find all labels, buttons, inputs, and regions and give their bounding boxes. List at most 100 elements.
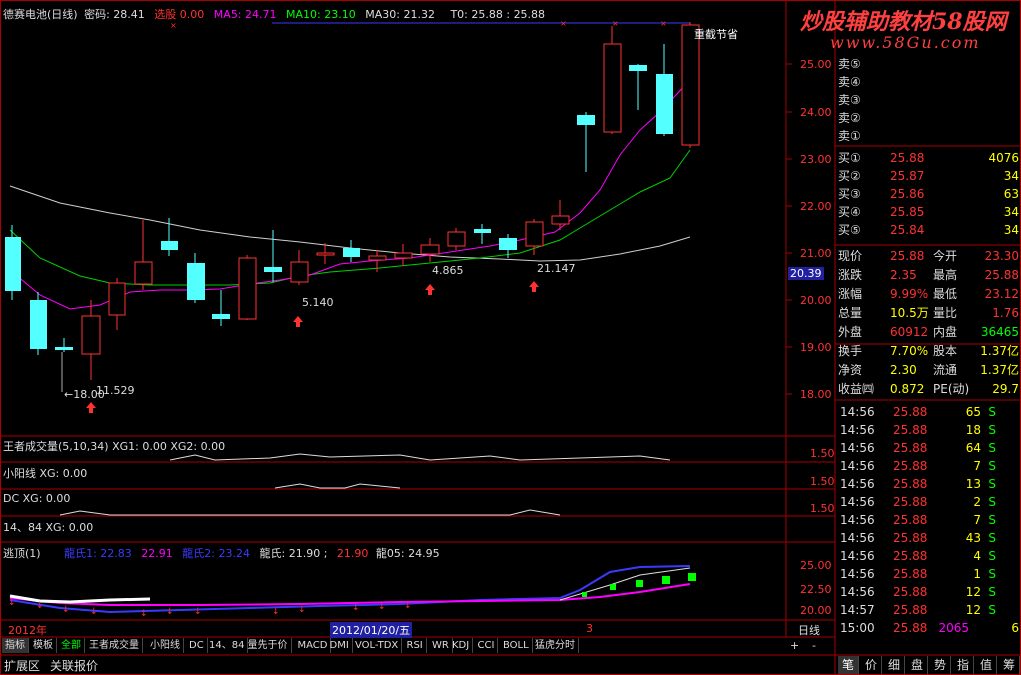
tick-time: 15:00 [840,621,875,635]
tick-time: 14:56 [840,495,875,509]
quote-label: 总量 [838,306,863,320]
tick-time: 14:56 [840,405,875,419]
tick-side: S [988,549,996,563]
escape-axis: 20.00 [800,604,832,617]
tab-3[interactable]: 王者成交量 [86,638,143,653]
tick-volume: 12 [965,585,981,599]
svg-text:×: × [612,19,619,28]
right-tab-1[interactable]: 价 [861,656,882,674]
bottom-tab-extend[interactable]: 扩展区 [4,657,40,674]
period-label[interactable]: 日线 [798,622,820,638]
svg-text:×: × [560,19,567,28]
tick-row: 14:56 25.88 7 S [838,457,1021,475]
tab-13[interactable]: KDJ [449,638,474,653]
quote-value: 1.37亿 [980,344,1019,358]
buy-order-row[interactable]: 买④ 25.85 34 [838,203,1021,221]
quote-label: 股本 [933,344,958,358]
buy-order-row[interactable]: 买⑤ 25.84 34 [838,221,1021,239]
tick-row: 14:56 25.88 64 S [838,439,1021,457]
escape-axis: 25.00 [800,559,832,572]
tab-14[interactable]: CCI [475,638,499,653]
quote-value: 25.88 [890,249,925,263]
right-tab-2[interactable]: 细 [884,656,905,674]
sell-order-label: 卖③ [838,93,861,107]
quote-label: 最高 [933,268,958,282]
svg-text:↓: ↓ [140,609,148,619]
indicator-axis: 1.50 [810,447,835,460]
tab-4[interactable]: 小阳线 [147,638,184,653]
tab-9[interactable]: DMI [327,638,353,653]
ma10-line [9,149,691,286]
escape-v2: 22.91 [141,547,173,560]
tab-0[interactable]: 指标 [2,638,29,653]
tab-7[interactable]: 量先于价 [245,638,292,653]
tick-side: S [988,495,996,509]
svg-text:↓: ↓ [194,607,202,617]
tick-side: S [988,531,996,545]
right-tab-3[interactable]: 盘 [907,656,928,674]
buy-order-volume: 4076 [988,151,1019,165]
tick-time: 14:56 [840,459,875,473]
tick-price: 25.88 [893,621,928,635]
tab-1[interactable]: 模板 [30,638,57,653]
escape-title: 逃顶(1) [3,547,41,560]
buy-order-label: 买③ [838,187,861,201]
bottom-tab-related[interactable]: 关联报价 [50,657,98,674]
note-top: 重截节省 [694,28,738,41]
quote-value: 25.88 [984,268,1019,282]
quote-row: 换手 7.70% 股本 1.37亿 [838,342,1021,360]
sell-order-label: 卖④ [838,75,861,89]
sell-order-row[interactable]: 卖④ [838,73,1021,91]
mark1-label: 5.140 [302,296,334,309]
sell-order-row[interactable]: 卖① [838,127,1021,145]
buy-order-row[interactable]: 买② 25.87 34 [838,167,1021,185]
t0-label: T0: 25.88 : 25.88 [450,8,546,21]
tab-6[interactable]: 14、84 [206,638,249,653]
plus-button[interactable]: + [790,639,799,652]
quote-label: 收益㈣ [838,382,875,396]
quote-value: 2.30 [890,363,917,377]
right-tab-7[interactable]: 筹 [999,656,1020,674]
quote-value: 60912 [890,325,929,339]
quote-label: 内盘 [933,325,958,339]
svg-text:↓: ↓ [298,605,306,615]
axis-tick: 19.00 [800,341,832,354]
mark3-label: 21.147 [537,262,576,275]
right-tab-4[interactable]: 势 [930,656,951,674]
quote-row: 总量 10.5万 量比 1.76 [838,304,1021,322]
tick-volume: 1 [973,567,981,581]
sell-order-row[interactable]: 卖⑤ [838,55,1021,73]
right-tab-6[interactable]: 值 [976,656,997,674]
right-tab-0[interactable]: 笔 [838,656,859,674]
tick-price: 25.88 [893,477,928,491]
svg-text:↓: ↓ [36,601,44,611]
axis-tick: 18.00 [800,388,832,401]
tick-side: S [988,567,996,581]
svg-text:↓: ↓ [352,603,360,613]
axis-tick: 24.00 [800,106,832,119]
tick-time: 14:56 [840,423,875,437]
quote-label: 最低 [933,287,958,301]
quote-value: 36465 [980,325,1019,339]
tick-price: 25.88 [893,549,928,563]
tick-volume: 2065 [938,621,969,635]
sell-order-row[interactable]: 卖③ [838,91,1021,109]
tab-16[interactable]: 猛虎分时 [532,638,579,653]
tab-10[interactable]: VOL-TDX [352,638,403,653]
minus-button[interactable]: - [812,639,816,652]
tick-side: S [988,423,996,437]
buy-order-row[interactable]: 买③ 25.86 63 [838,185,1021,203]
tab-5[interactable]: DC [186,638,208,653]
indicator-title-dc: DC XG: 0.00 [3,492,71,505]
tick-row: 14:56 25.88 18 S [838,421,1021,439]
tab-15[interactable]: BOLL [500,638,533,653]
tick-time: 14:57 [840,603,875,617]
tab-2[interactable]: 全部 [58,638,85,653]
buy-order-volume: 34 [1003,169,1019,183]
watermark-title: 炒股辅助教材58股网 [800,9,1007,35]
sell-order-row[interactable]: 卖② [838,109,1021,127]
svg-text:↓: ↓ [8,598,16,608]
right-tab-5[interactable]: 指 [953,656,974,674]
tab-11[interactable]: RSI [404,638,427,653]
buy-order-row[interactable]: 买① 25.88 4076 [838,149,1021,167]
